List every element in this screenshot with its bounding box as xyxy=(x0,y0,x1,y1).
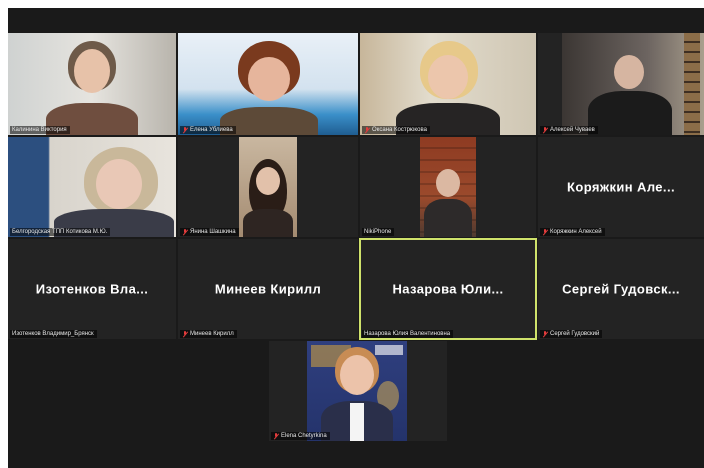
participant-name-label: Изотенков Владимир_Брянск xyxy=(10,330,97,338)
participant-big-name: Назарова Юли... xyxy=(392,281,504,297)
participant-tile[interactable]: Elena Chetyrkina xyxy=(269,341,447,441)
participant-tile-active-speaker[interactable]: Назарова Юли... Назарова Юлия Валентинов… xyxy=(359,238,537,340)
participant-tile[interactable]: NikiPhone xyxy=(360,137,536,237)
mic-off-icon xyxy=(182,330,188,338)
participant-video xyxy=(178,33,358,135)
participant-big-name: Минеев Кирилл xyxy=(214,281,322,297)
mic-off-icon xyxy=(542,228,548,236)
mic-off-icon xyxy=(273,432,279,440)
mic-off-icon xyxy=(542,126,548,134)
mic-off-icon xyxy=(182,228,188,236)
participant-video xyxy=(239,137,297,237)
mic-off-icon xyxy=(182,126,188,134)
participant-tile[interactable]: Оксана Кострюкова xyxy=(360,33,536,135)
participant-tile[interactable]: Минеев Кирилл Минеев Кирилл xyxy=(178,239,358,339)
participant-tile[interactable]: Коряжкин Але... Коряжкин Алексей xyxy=(538,137,704,237)
participant-name-label: Елена Ублиева xyxy=(180,126,236,134)
participant-name-label: Белгородская ТПП Котикова М.Ю. xyxy=(10,228,111,236)
participant-name-label: Алексей Чуваев xyxy=(540,126,598,134)
participant-name-label: Калинина Виктория xyxy=(10,126,70,134)
participant-name-label: Назарова Юлия Валентиновна xyxy=(362,330,454,338)
participant-tile[interactable]: Елена Ублиева xyxy=(178,33,358,135)
participant-video xyxy=(420,137,476,237)
participant-name-label: Янина Шашкина xyxy=(180,228,239,236)
participant-name-label: Оксана Кострюкова xyxy=(362,126,430,134)
participant-video xyxy=(8,137,176,237)
participant-name-label: Сергей Гудовский xyxy=(540,330,603,338)
participant-big-name: Изотенков Вла... xyxy=(35,281,149,297)
participant-video xyxy=(307,341,407,441)
participant-big-name: Коряжкин Але... xyxy=(567,179,675,195)
participant-video xyxy=(562,33,704,135)
participant-video xyxy=(8,33,176,135)
participant-name-label: Elena Chetyrkina xyxy=(271,432,330,440)
participant-tile[interactable]: Янина Шашкина xyxy=(178,137,358,237)
participant-video xyxy=(360,33,536,135)
participant-name-label: Коряжкин Алексей xyxy=(540,228,605,236)
participant-tile[interactable]: Калинина Виктория xyxy=(8,33,176,135)
participant-name-label: NikiPhone xyxy=(362,228,395,236)
participant-big-name: Сергей Гудовск... xyxy=(562,281,680,297)
mic-off-icon xyxy=(542,330,548,338)
mic-off-icon xyxy=(364,126,370,134)
participant-name-label: Минеев Кирилл xyxy=(180,330,237,338)
participant-tile[interactable]: Изотенков Вла... Изотенков Владимир_Брян… xyxy=(8,239,176,339)
participant-tile[interactable]: Сергей Гудовск... Сергей Гудовский xyxy=(538,239,704,339)
video-grid: Калинина Виктория Елена Ублиева Оксана К… xyxy=(8,8,704,468)
participant-tile[interactable]: Белгородская ТПП Котикова М.Ю. xyxy=(8,137,176,237)
participant-tile[interactable]: Алексей Чуваев xyxy=(538,33,704,135)
